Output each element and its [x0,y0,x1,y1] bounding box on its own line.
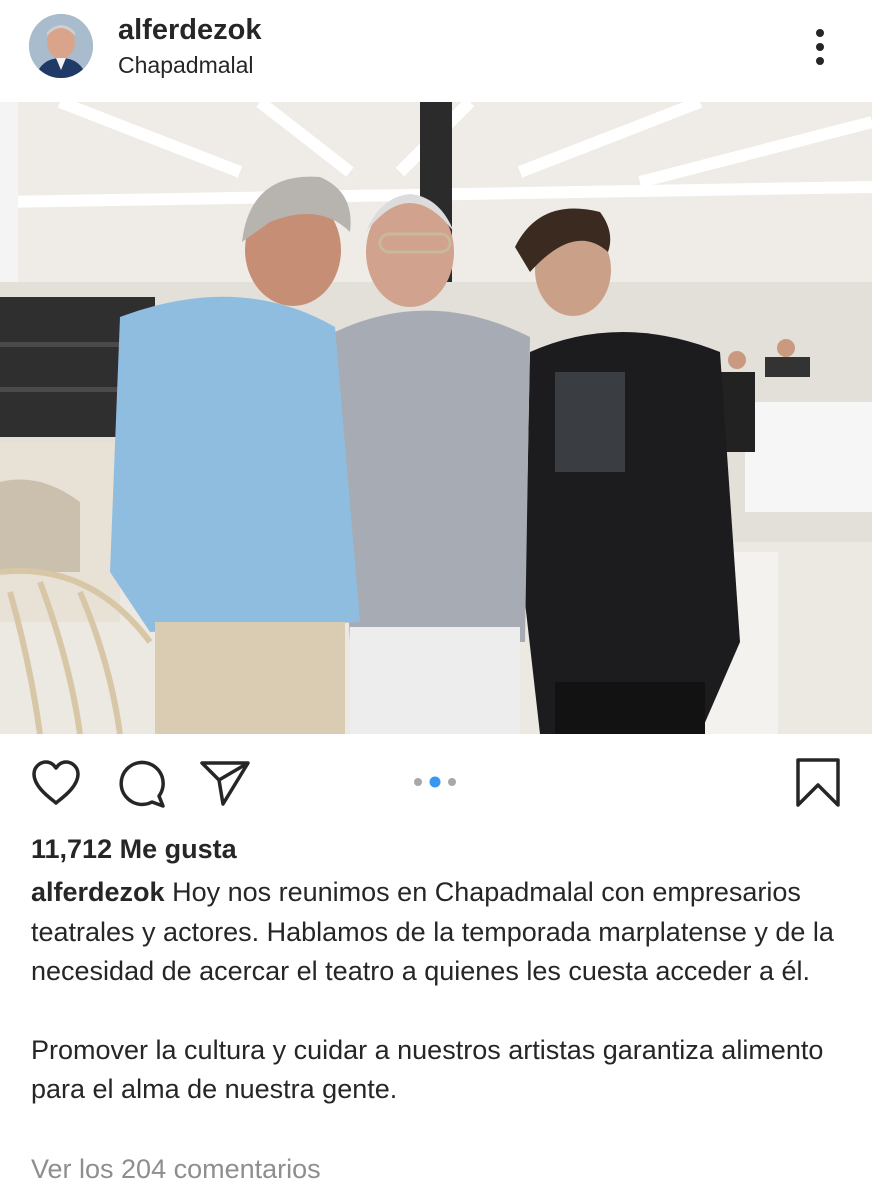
caption-username[interactable]: alferdezok [31,877,165,907]
caption-paragraph: alferdezok Hoy nos reunimos en Chapadmal… [31,873,843,992]
avatar-image [29,14,93,78]
carousel-dot-active [429,776,441,788]
post-header: alferdezok Chapadmalal [0,0,872,102]
post-username[interactable]: alferdezok [118,14,261,47]
post-actions [0,734,872,830]
caption-paragraph: Promover la cultura y cuidar a nuestros … [31,1031,843,1110]
heart-icon [32,760,80,805]
more-options-button[interactable] [806,26,834,68]
post-photo-image [0,102,872,734]
post-location[interactable]: Chapadmalal [118,52,254,79]
avatar[interactable] [29,14,93,78]
like-button[interactable] [31,760,81,811]
likes-count[interactable]: 11,712 Me gusta [31,834,237,865]
bookmark-icon [796,758,840,807]
post-photo[interactable] [0,102,872,734]
comment-button[interactable] [116,760,166,813]
carousel-dot [448,778,456,786]
view-comments-link[interactable]: Ver los 204 comentarios [31,1154,321,1185]
carousel-dot [414,778,422,786]
share-button[interactable] [199,759,251,812]
paper-plane-icon [200,761,250,806]
more-vertical-icon [816,29,824,65]
carousel-dots [414,776,456,788]
post-caption: alferdezok Hoy nos reunimos en Chapadmal… [31,873,843,1110]
save-button[interactable] [795,757,841,814]
carousel-indicator [412,775,460,793]
comment-bubble-icon [119,760,165,808]
caption-text-2: Promover la cultura y cuidar a nuestros … [31,1034,824,1105]
